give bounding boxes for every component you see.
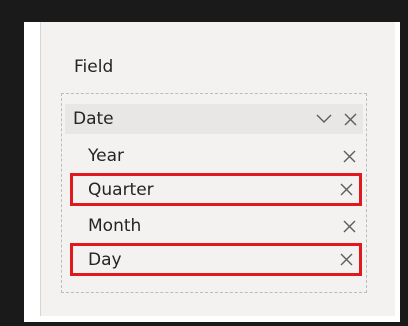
close-icon[interactable] xyxy=(343,150,356,163)
hierarchy-item-year[interactable]: Year xyxy=(70,141,362,171)
hierarchy-item-day[interactable]: Day xyxy=(70,243,362,276)
hierarchy-item-label: Month xyxy=(88,216,142,236)
hierarchy-item-month[interactable]: Month xyxy=(70,211,362,241)
close-icon[interactable] xyxy=(343,220,356,233)
close-icon[interactable] xyxy=(340,183,353,196)
close-icon[interactable] xyxy=(344,113,357,126)
field-header: Field xyxy=(74,57,114,77)
hierarchy-item-label: Quarter xyxy=(88,179,154,200)
hierarchy-item-label: Day xyxy=(88,249,122,270)
chevron-down-icon[interactable] xyxy=(316,114,332,124)
close-icon[interactable] xyxy=(340,253,353,266)
hierarchy-item-label: Year xyxy=(88,146,124,166)
hierarchy-item-quarter[interactable]: Quarter xyxy=(70,173,362,206)
date-label: Date xyxy=(73,109,114,129)
date-hierarchy-row[interactable]: Date xyxy=(65,104,363,134)
